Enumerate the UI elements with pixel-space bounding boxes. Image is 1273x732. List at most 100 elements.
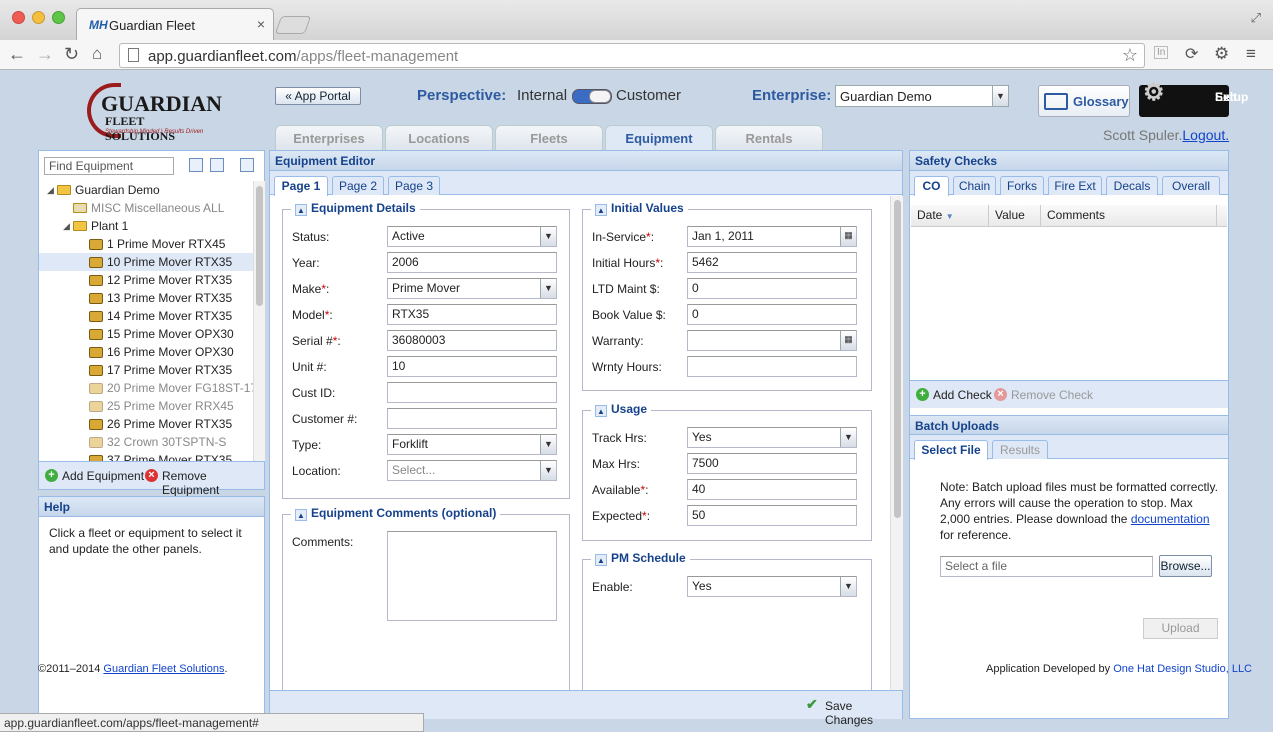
extension-sync-icon[interactable]: ⟳ — [1185, 44, 1198, 64]
add-equipment-button[interactable]: Add Equipment — [62, 469, 144, 483]
browser-tab[interactable]: MH Guardian Fleet × — [76, 8, 274, 40]
tree-node[interactable]: 13 Prime Mover RTX35 — [39, 289, 253, 307]
tab-overall[interactable]: Overall — [1162, 176, 1220, 195]
tab-decals[interactable]: Decals — [1106, 176, 1158, 195]
bookmark-star-icon[interactable]: ☆ — [1122, 45, 1138, 66]
tree-node[interactable]: 1 Prime Mover RTX45 — [39, 235, 253, 253]
chevron-down-icon[interactable]: ▼ — [540, 435, 556, 454]
tree-scrollbar[interactable] — [253, 181, 265, 461]
collapse-all-icon[interactable] — [189, 158, 203, 172]
tab-rentals[interactable]: Rentals — [715, 125, 823, 151]
glossary-button[interactable]: Glossary — [1038, 85, 1130, 117]
customer-number-field[interactable] — [387, 408, 557, 429]
book-value-field[interactable]: 0 — [687, 304, 857, 325]
browse-button[interactable]: Browse... — [1159, 555, 1212, 577]
add-icon[interactable]: + — [45, 469, 58, 482]
tree-node[interactable]: 16 Prime Mover OPX30 — [39, 343, 253, 361]
unit-field[interactable]: 10 — [387, 356, 557, 377]
add-icon[interactable]: + — [916, 388, 929, 401]
tab-results[interactable]: Results — [992, 440, 1048, 459]
tree-node[interactable]: 25 Prime Mover RRX45 — [39, 397, 253, 415]
available-field[interactable]: 40 — [687, 479, 857, 500]
company-link[interactable]: Guardian Fleet Solutions — [103, 663, 224, 675]
tree-node[interactable]: 12 Prime Mover RTX35 — [39, 271, 253, 289]
tab-enterprises[interactable]: Enterprises — [275, 125, 383, 151]
extension-linkedin-icon[interactable]: In — [1154, 46, 1169, 59]
logout-link[interactable]: Logout. — [1182, 127, 1229, 143]
developer-link[interactable]: One Hat Design Studio, LLC — [1113, 663, 1252, 675]
enterprise-select[interactable]: Guardian Demo ▼ — [835, 85, 1009, 107]
initial-hours-field[interactable]: 5462 — [687, 252, 857, 273]
documentation-link[interactable]: documentation — [1131, 512, 1210, 526]
select-file-input[interactable]: Select a file — [940, 556, 1153, 577]
settings-gear-icon[interactable]: ⚙ — [1214, 44, 1229, 64]
perspective-toggle[interactable] — [572, 89, 612, 104]
wrnty-hours-field[interactable] — [687, 356, 857, 377]
chevron-down-icon[interactable]: ▼ — [540, 461, 556, 480]
save-changes-button[interactable]: Save Changes — [825, 699, 902, 727]
home-icon[interactable]: ⌂ — [92, 44, 102, 64]
ltd-maint-field[interactable]: 0 — [687, 278, 857, 299]
tab-locations[interactable]: Locations — [385, 125, 493, 151]
tab-fire-ext[interactable]: Fire Ext — [1048, 176, 1102, 195]
upload-button[interactable]: Upload — [1143, 618, 1218, 639]
tab-chain[interactable]: Chain — [953, 176, 996, 195]
tab-page-3[interactable]: Page 3 — [388, 176, 440, 195]
app-portal-button[interactable]: « App Portal — [275, 87, 361, 105]
type-select[interactable]: Forklift ▼ — [387, 434, 557, 455]
chevron-down-icon[interactable]: ▼ — [540, 279, 556, 298]
collapse-icon[interactable]: ▲ — [595, 204, 607, 216]
comments-textarea[interactable] — [387, 531, 557, 621]
tree-node[interactable]: 10 Prime Mover RTX35 — [39, 253, 253, 271]
forward-arrow-icon[interactable]: → — [36, 44, 54, 65]
fullscreen-icon[interactable]: ⤢ — [1251, 10, 1261, 26]
column-comments[interactable]: Comments — [1041, 205, 1217, 227]
tab-close-icon[interactable]: × — [257, 16, 265, 32]
back-arrow-icon[interactable]: ← — [8, 44, 26, 65]
tree-node[interactable]: MISC Miscellaneous ALL — [39, 199, 253, 217]
collapse-icon[interactable]: ▲ — [595, 554, 607, 566]
model-field[interactable]: RTX35 — [387, 304, 557, 325]
expand-arrow-icon[interactable]: ◢ — [47, 181, 54, 199]
chevron-down-icon[interactable]: ▼ — [840, 428, 856, 447]
scroll-thumb[interactable] — [894, 200, 901, 518]
find-equipment-input[interactable]: Find Equipment — [44, 157, 174, 175]
chevron-down-icon[interactable]: ▼ — [840, 577, 856, 596]
tree-node[interactable]: 37 Prime Mover RTX35 — [39, 451, 253, 461]
zoom-window-icon[interactable] — [52, 11, 65, 24]
tree-node[interactable]: 17 Prime Mover RTX35 — [39, 361, 253, 379]
calendar-icon[interactable]: ▦ — [840, 331, 856, 350]
scroll-thumb[interactable] — [256, 186, 263, 306]
reload-icon[interactable]: ↻ — [64, 44, 79, 65]
new-tab-button[interactable] — [274, 16, 312, 34]
cust-id-field[interactable] — [387, 382, 557, 403]
editor-scrollbar[interactable] — [890, 196, 903, 690]
tree-node[interactable]: 14 Prime Mover RTX35 — [39, 307, 253, 325]
status-select[interactable]: Active ▼ — [387, 226, 557, 247]
collapse-icon[interactable]: ▲ — [295, 204, 307, 216]
column-date[interactable]: Date ▼ — [911, 205, 989, 227]
tree-node[interactable]: ◢ Plant 1 — [39, 217, 253, 235]
tab-page-1[interactable]: Page 1 — [274, 176, 328, 196]
location-select[interactable]: Select... ▼ — [387, 460, 557, 481]
tab-select-file[interactable]: Select File — [914, 440, 988, 460]
remove-icon[interactable]: × — [994, 388, 1007, 401]
tab-equipment[interactable]: Equipment — [605, 125, 713, 151]
tab-fleets[interactable]: Fleets — [495, 125, 603, 151]
collapse-icon[interactable]: ▲ — [295, 509, 307, 521]
expected-field[interactable]: 50 — [687, 505, 857, 526]
tab-page-2[interactable]: Page 2 — [332, 176, 384, 195]
year-field[interactable]: 2006 — [387, 252, 557, 273]
collapse-icon[interactable]: ▲ — [595, 405, 607, 417]
tree-node[interactable]: 32 Crown 30TSPTN-S — [39, 433, 253, 451]
max-hrs-field[interactable]: 7500 — [687, 453, 857, 474]
tree-node[interactable]: 20 Prime Mover FG18ST-17 — [39, 379, 253, 397]
chevron-down-icon[interactable]: ▼ — [992, 86, 1008, 106]
expand-arrow-icon[interactable]: ◢ — [63, 217, 70, 235]
tree-node[interactable]: 26 Prime Mover RTX35 — [39, 415, 253, 433]
in-service-date[interactable]: Jan 1, 2011 ▦ — [687, 226, 857, 247]
remove-equipment-button[interactable]: Remove Equipment — [162, 469, 264, 497]
exit-setup-button[interactable]: ⚙ Exit Setup — [1139, 81, 1248, 117]
warranty-date[interactable]: ▦ — [687, 330, 857, 351]
remove-icon[interactable]: × — [145, 469, 158, 482]
